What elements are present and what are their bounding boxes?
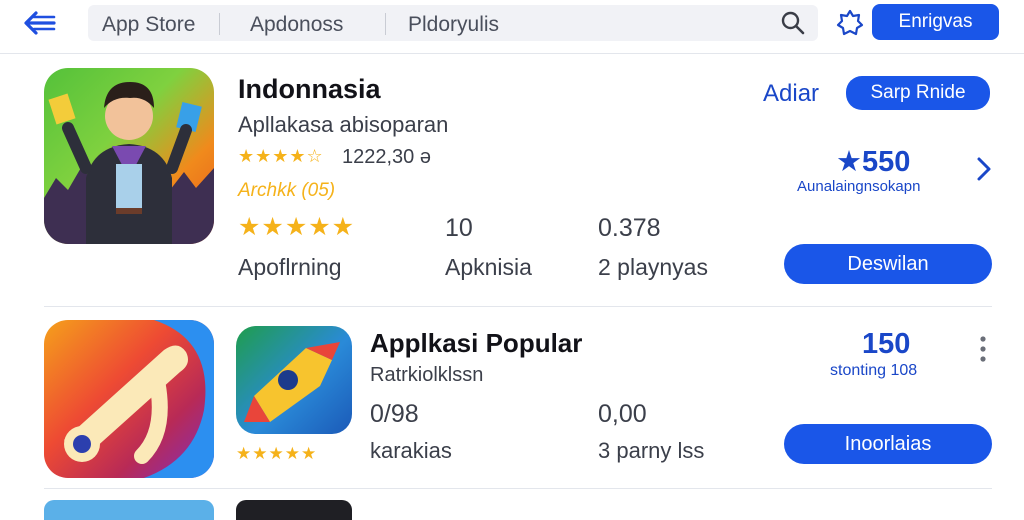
abstract-logo-icon xyxy=(64,320,214,478)
rating-stars-small: ★★★★☆ xyxy=(238,146,324,166)
app-icon-small[interactable] xyxy=(236,326,352,434)
stat-label-2: Apknisia xyxy=(445,254,532,280)
stat-label-1: Apoflrning xyxy=(238,254,342,280)
app-card-1: Indonnasia Apllakasa abisoparan ★★★★☆ 12… xyxy=(0,0,1024,306)
stat-value-2: 0.378 xyxy=(598,214,661,242)
adiar-link[interactable]: Adiar xyxy=(763,80,819,108)
rating-value: 1222,30 ə xyxy=(342,146,431,168)
person-illustration-icon xyxy=(44,82,214,244)
app-title[interactable]: Applkasi Popular xyxy=(370,328,582,359)
app-icon-partial[interactable] xyxy=(236,500,352,520)
rocket-icon xyxy=(244,342,340,422)
stat-label-1: karakias xyxy=(370,438,452,463)
app-subtitle: Ratrkiolklssn xyxy=(370,364,484,386)
app-subtitle: Apllakasa abisoparan xyxy=(238,112,449,137)
more-options-icon[interactable] xyxy=(976,334,990,364)
score-label: stonting 108 xyxy=(830,362,918,379)
stat-value-1: 0/98 xyxy=(370,400,419,428)
stat-value-2: 0,00 xyxy=(598,400,647,428)
install-button[interactable]: Inoorlaias xyxy=(784,424,992,464)
chevron-right-icon[interactable] xyxy=(973,156,995,182)
app-icon-indonesia[interactable] xyxy=(44,68,214,244)
divider xyxy=(44,488,992,489)
app-icon-partial[interactable] xyxy=(44,500,214,520)
app-title[interactable]: Indonnasia xyxy=(238,74,381,105)
download-button[interactable]: Deswilan xyxy=(784,244,992,284)
rating-line-2: Archkk (05) xyxy=(238,180,336,201)
score-label: Aunalaingnsokapn xyxy=(797,178,921,195)
stat-value-1: 10 xyxy=(445,214,473,242)
score-value: 150 xyxy=(862,328,911,360)
stat-label-3: 2 playnyas xyxy=(598,254,708,280)
sarp-ride-button[interactable]: Sarp Rnide xyxy=(846,76,990,110)
stat-label-2: 3 parny lss xyxy=(598,438,705,463)
score-value: ★550 xyxy=(836,146,911,178)
app-icon-popular[interactable] xyxy=(44,320,214,478)
rating-stars: ★★★★★ xyxy=(238,213,356,241)
app-card-2: ★★★★★ Applkasi Popular Ratrkiolklssn 0/9… xyxy=(0,306,1024,490)
rating-stars-small: ★★★★★ xyxy=(236,444,318,463)
